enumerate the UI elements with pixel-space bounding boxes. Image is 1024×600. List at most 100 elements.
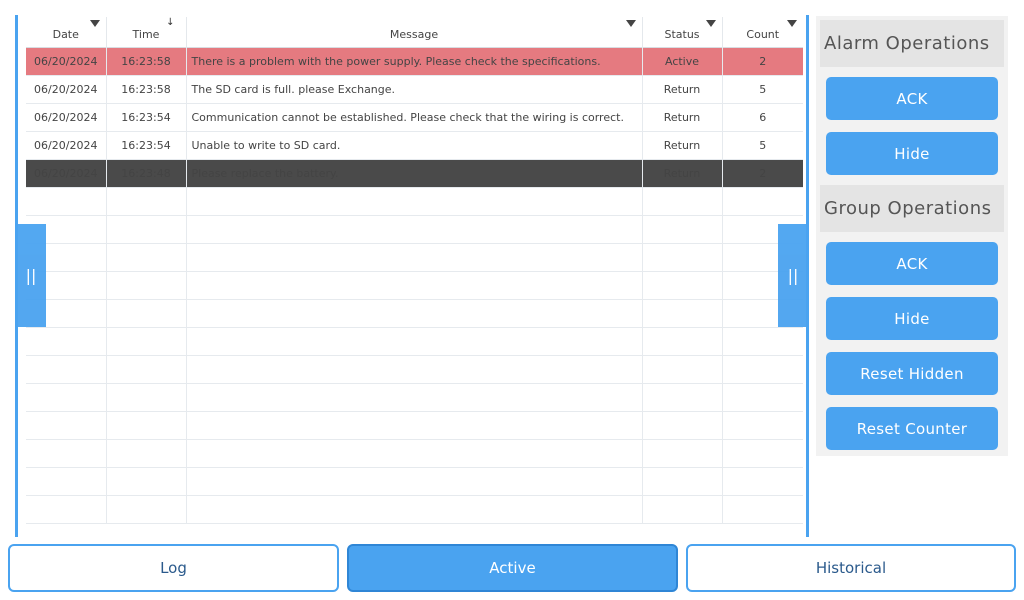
tab-historical[interactable]: Historical — [686, 544, 1016, 592]
empty-cell — [722, 495, 803, 524]
cell-message: Please replace the battery. — [186, 159, 643, 188]
empty-cell — [26, 383, 107, 412]
empty-cell — [186, 411, 643, 440]
cell-message: Communication cannot be established. Ple… — [186, 103, 643, 132]
alarm-operations-title: Alarm Operations — [820, 20, 1004, 67]
cell-date: 06/20/2024 — [26, 47, 107, 76]
empty-table-row — [26, 243, 803, 272]
cell-time: 16:23:58 — [106, 47, 187, 76]
empty-cell — [186, 495, 643, 524]
cell-message: Unable to write to SD card. — [186, 131, 643, 160]
cell-status: Return — [642, 103, 723, 132]
handle-grip-icon: || — [25, 266, 37, 285]
empty-cell — [186, 439, 643, 468]
cell-date: 06/20/2024 — [26, 131, 107, 160]
table-row[interactable]: 06/20/2024 16:23:58 The SD card is full. p… — [26, 75, 803, 104]
empty-cell — [722, 411, 803, 440]
cell-date: 06/20/2024 — [26, 159, 107, 188]
table-header-row: Date Time ↓ Message Status Count — [26, 17, 803, 47]
column-header-label: Message — [389, 27, 439, 41]
empty-cell — [722, 355, 803, 384]
cell-status: Return — [642, 131, 723, 160]
cell-status: Return — [642, 75, 723, 104]
empty-cell — [642, 495, 723, 524]
empty-cell — [642, 215, 723, 244]
column-header-label: Status — [664, 27, 700, 41]
empty-cell — [26, 411, 107, 440]
cell-count: 5 — [722, 75, 803, 104]
filter-dropdown-icon[interactable] — [89, 20, 100, 27]
empty-cell — [26, 327, 107, 356]
empty-table-row — [26, 383, 803, 412]
cell-time: 16:23:54 — [106, 103, 187, 132]
table-body: 06/20/2024 16:23:58 There is a problem wit… — [26, 47, 803, 524]
reset-hidden-button[interactable]: Reset Hidden — [826, 352, 998, 395]
empty-cell — [642, 355, 723, 384]
empty-cell — [722, 327, 803, 356]
column-header-label: Time — [132, 27, 160, 41]
empty-cell — [26, 187, 107, 216]
empty-cell — [186, 383, 643, 412]
sort-down-arrow-icon[interactable]: ↓ — [166, 18, 174, 28]
alarm-hide-button[interactable]: Hide — [826, 132, 998, 175]
cell-count: 6 — [722, 103, 803, 132]
filter-dropdown-icon[interactable] — [625, 20, 636, 27]
empty-cell — [26, 495, 107, 524]
empty-cell — [106, 495, 187, 524]
cell-message: There is a problem with the power supply… — [186, 47, 643, 76]
table-row[interactable]: 06/20/2024 16:23:54 Communication cannot b… — [26, 103, 803, 132]
cell-message: The SD card is full. please Exchange. — [186, 75, 643, 104]
left-drag-handle[interactable]: || — [16, 224, 46, 327]
empty-table-row — [26, 215, 803, 244]
empty-cell — [186, 327, 643, 356]
group-hide-button[interactable]: Hide — [826, 297, 998, 340]
column-header-label: Count — [746, 27, 780, 41]
table-row[interactable]: 06/20/2024 16:23:48 Please replace the bat… — [26, 159, 803, 188]
column-header-time[interactable]: Time ↓ — [106, 17, 187, 47]
empty-cell — [106, 355, 187, 384]
table-row[interactable]: 06/20/2024 16:23:58 There is a problem wit… — [26, 47, 803, 76]
empty-table-row — [26, 327, 803, 356]
column-header-count[interactable]: Count — [722, 17, 803, 47]
empty-cell — [186, 243, 643, 272]
empty-cell — [642, 467, 723, 496]
cell-date: 06/20/2024 — [26, 75, 107, 104]
tab-log[interactable]: Log — [8, 544, 339, 592]
empty-cell — [26, 467, 107, 496]
alarm-table-panel: Date Time ↓ Message Status Count 06/20/2024 16… — [15, 15, 809, 537]
reset-counter-button[interactable]: Reset Counter — [826, 407, 998, 450]
table-row[interactable]: 06/20/2024 16:23:54 Unable to write to SD … — [26, 131, 803, 160]
empty-cell — [186, 215, 643, 244]
cell-time: 16:23:54 — [106, 131, 187, 160]
empty-cell — [186, 271, 643, 300]
empty-table-row — [26, 299, 803, 328]
filter-dropdown-icon[interactable] — [787, 20, 797, 27]
alarm-ack-button[interactable]: ACK — [826, 77, 998, 120]
empty-cell — [106, 299, 187, 328]
filter-dropdown-icon[interactable] — [705, 20, 716, 27]
empty-cell — [186, 299, 643, 328]
empty-cell — [186, 467, 643, 496]
empty-cell — [722, 467, 803, 496]
empty-cell — [722, 187, 803, 216]
empty-table-row — [26, 439, 803, 468]
empty-table-row — [26, 495, 803, 524]
cell-date: 06/20/2024 — [26, 103, 107, 132]
column-header-status[interactable]: Status — [642, 17, 723, 47]
right-drag-handle[interactable]: || — [778, 224, 808, 327]
tab-active[interactable]: Active — [347, 544, 678, 592]
column-header-message[interactable]: Message — [186, 17, 643, 47]
empty-cell — [186, 355, 643, 384]
alarm-table: Date Time ↓ Message Status Count 06/20/2024 16… — [26, 17, 803, 524]
empty-cell — [106, 271, 187, 300]
empty-cell — [642, 187, 723, 216]
empty-table-row — [26, 271, 803, 300]
empty-cell — [106, 467, 187, 496]
empty-cell — [106, 439, 187, 468]
group-ack-button[interactable]: ACK — [826, 242, 998, 285]
empty-cell — [26, 355, 107, 384]
operations-panel: Alarm Operations ACK Hide Group Operatio… — [816, 16, 1008, 456]
column-header-date[interactable]: Date — [26, 17, 107, 47]
empty-cell — [722, 439, 803, 468]
handle-grip-icon: || — [787, 266, 799, 285]
